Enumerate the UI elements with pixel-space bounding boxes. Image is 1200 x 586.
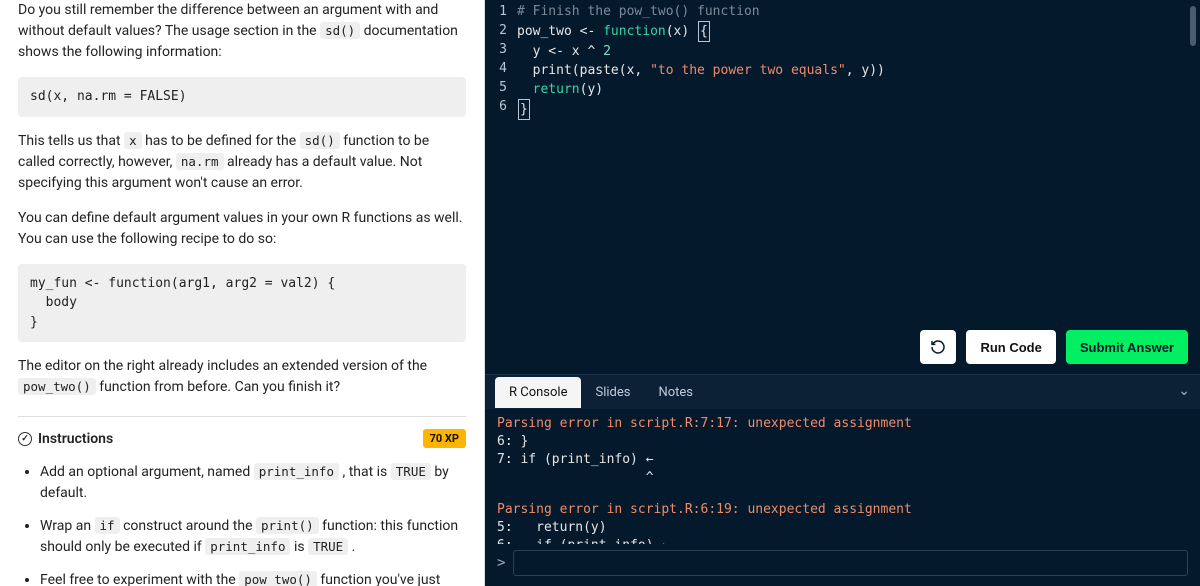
code-block-myfun: my_fun <- function(arg1, arg2 = val2) { … <box>18 264 466 343</box>
line-number: 4 <box>495 59 507 78</box>
text: The editor on the right already includes… <box>18 358 427 374</box>
lesson-para-2: This tells us that x has to be defined f… <box>18 131 466 194</box>
inline-code: if <box>95 517 120 534</box>
console-output[interactable]: Parsing error in script.R:7:17: unexpect… <box>485 409 1200 544</box>
instruction-item: Wrap an if construct around the print() … <box>40 516 466 558</box>
id-token: print(paste(x, <box>517 63 650 78</box>
console-area: R Console Slides Notes ⌄ Parsing error i… <box>485 374 1200 586</box>
code-line[interactable]: y <- x ^ 2 <box>517 42 1200 61</box>
comment-token: # Finish the pow_two() function <box>517 4 760 19</box>
lesson-para-4: The editor on the right already includes… <box>18 356 466 398</box>
console-line: 7: if (print_info) ← <box>497 451 1188 469</box>
console-tabs: R Console Slides Notes ⌄ <box>485 375 1200 409</box>
tab-slides[interactable]: Slides <box>581 377 644 408</box>
submit-answer-button[interactable]: Submit Answer <box>1066 330 1188 364</box>
inline-code: na.rm <box>176 153 224 170</box>
line-number: 1 <box>495 2 507 21</box>
lesson-panel: Do you still remember the difference bet… <box>0 0 485 586</box>
console-line: 6: } <box>497 433 1188 451</box>
instructions-header: ✓ Instructions 70 XP <box>18 429 466 448</box>
inline-code: x <box>124 132 142 149</box>
console-input[interactable] <box>513 550 1188 576</box>
spacer <box>497 487 1188 501</box>
inline-code: print() <box>256 517 319 534</box>
instructions-list: Add an optional argument, named print_in… <box>18 462 466 586</box>
fn-token: return <box>533 82 580 97</box>
code-line[interactable]: # Finish the pow_two() function <box>517 2 1200 21</box>
code-block-sd: sd(x, na.rm = FALSE) <box>18 77 466 117</box>
code-line[interactable]: print(paste(x, "to the power two equals"… <box>517 61 1200 80</box>
inline-code: sd() <box>300 132 340 149</box>
instruction-item: Feel free to experiment with the pow_two… <box>40 570 466 586</box>
cursor: } <box>518 99 530 120</box>
id-token: y <- x ^ <box>517 44 603 59</box>
str-token: "to the power two equals" <box>650 63 846 78</box>
check-circle-icon: ✓ <box>18 432 32 446</box>
text: Wrap an <box>40 518 95 534</box>
tab-r-console[interactable]: R Console <box>495 377 581 408</box>
line-number: 6 <box>495 97 507 116</box>
reset-icon <box>930 339 946 355</box>
console-error-line: Parsing error in script.R:6:19: unexpect… <box>497 501 1188 519</box>
code-lines[interactable]: # Finish the pow_two() function pow_two … <box>517 0 1200 320</box>
lesson-para-1: Do you still remember the difference bet… <box>18 0 466 63</box>
line-gutter: 1 2 3 4 5 6 <box>485 0 517 320</box>
scrollbar-thumb[interactable] <box>1190 6 1196 46</box>
text: . <box>352 539 356 555</box>
text: is <box>294 539 308 555</box>
inline-code: print_info <box>205 538 290 555</box>
line-number: 5 <box>495 78 507 97</box>
text: function from before. Can you finish it? <box>99 379 340 395</box>
code-line[interactable]: pow_two <- function(x) { <box>517 21 1200 42</box>
brace-token: { <box>700 24 708 39</box>
code-panel: 1 2 3 4 5 6 # Finish the pow_two() funct… <box>485 0 1200 586</box>
console-line: 6: if (print_info) ← <box>497 537 1188 544</box>
inline-code: pow_two() <box>239 571 317 586</box>
brace-token: } <box>520 102 528 117</box>
id-token: (y) <box>580 82 603 97</box>
line-number: 3 <box>495 40 507 59</box>
code-editor[interactable]: 1 2 3 4 5 6 # Finish the pow_two() funct… <box>485 0 1200 320</box>
code-line[interactable]: return(y) <box>517 80 1200 99</box>
id-token: pow_two <box>517 24 580 39</box>
num-token: 2 <box>603 44 611 59</box>
console-error-line: Parsing error in script.R:7:17: unexpect… <box>497 415 1188 433</box>
console-prompt: > <box>497 555 505 571</box>
console-line: ^ <box>497 469 1188 487</box>
id-token: (x) <box>666 24 697 39</box>
instruction-item: Add an optional argument, named print_in… <box>40 462 466 504</box>
tab-notes[interactable]: Notes <box>644 377 707 408</box>
inline-code: pow_two() <box>18 378 96 395</box>
text: , that is <box>342 464 390 480</box>
cursor: { <box>698 21 710 42</box>
code-line[interactable]: } <box>517 99 1200 120</box>
instructions-title: ✓ Instructions <box>18 431 113 447</box>
instructions-title-text: Instructions <box>38 431 113 447</box>
action-bar: Run Code Submit Answer <box>485 320 1200 374</box>
id-token: , y)) <box>846 63 885 78</box>
text: construct around the <box>123 518 256 534</box>
xp-badge: 70 XP <box>423 429 466 448</box>
text: Feel free to experiment with the <box>40 572 239 586</box>
chevron-down-icon[interactable]: ⌄ <box>1178 383 1190 399</box>
text: This tells us that <box>18 133 124 149</box>
inline-code: print_info <box>254 463 339 480</box>
line-number: 2 <box>495 21 507 40</box>
op-token: <- <box>580 24 596 39</box>
id-token <box>517 82 533 97</box>
inline-code: TRUE <box>308 538 348 555</box>
inline-code: TRUE <box>391 463 431 480</box>
console-input-row: > <box>485 544 1200 586</box>
text: has to be defined for the <box>145 133 300 149</box>
fn-token: function <box>595 24 665 39</box>
text: Add an optional argument, named <box>40 464 254 480</box>
inline-code: sd() <box>320 22 360 39</box>
lesson-para-3: You can define default argument values i… <box>18 208 466 250</box>
divider <box>18 416 466 417</box>
console-line: 5: return(y) <box>497 519 1188 537</box>
reset-button[interactable] <box>920 330 956 364</box>
run-code-button[interactable]: Run Code <box>966 330 1055 364</box>
